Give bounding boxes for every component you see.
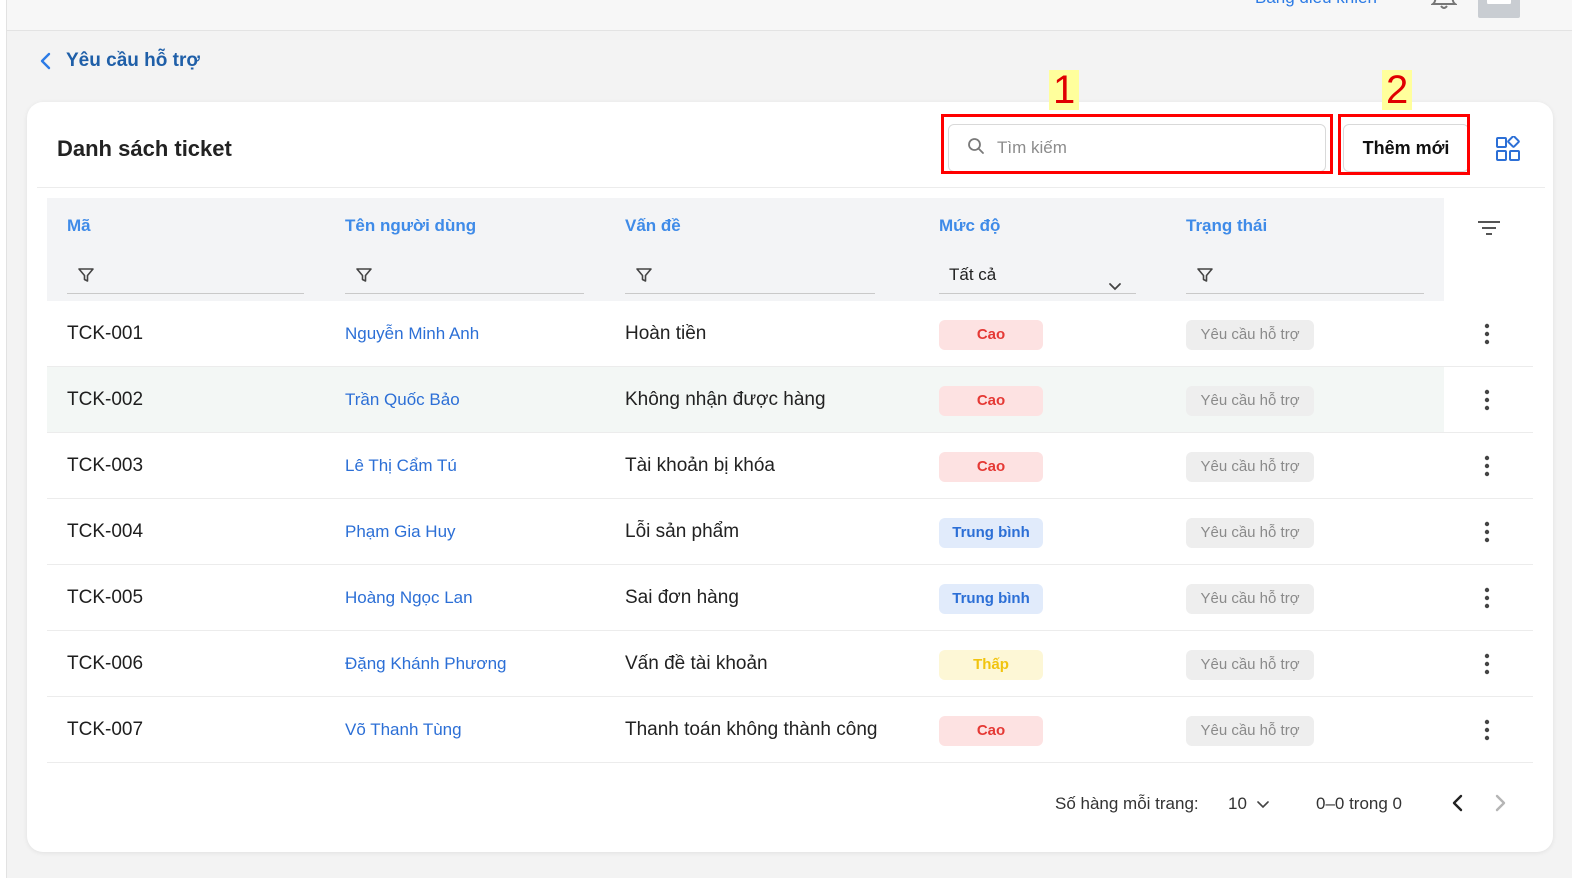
annotation-label-2: 2 bbox=[1382, 70, 1413, 110]
top-bar: Bảng điều khiển bbox=[7, 0, 1572, 31]
ticket-list-card: Danh sách ticket 1 Thêm mới 2 Mã Tên ngư… bbox=[27, 70, 1553, 852]
more-vertical-icon[interactable] bbox=[1479, 454, 1495, 478]
rows-per-page-select[interactable]: 10 bbox=[1228, 794, 1269, 814]
annotation-label-1: 1 bbox=[1049, 70, 1080, 110]
chevron-down-icon bbox=[1108, 270, 1122, 304]
user-name-link[interactable]: Phạm Gia Huy bbox=[345, 499, 456, 564]
left-edge-strip bbox=[0, 0, 7, 878]
header-divider bbox=[37, 187, 1545, 188]
level-badge: Cao bbox=[939, 452, 1043, 482]
level-badge: Cao bbox=[939, 386, 1043, 416]
ticket-code: TCK-002 bbox=[67, 389, 144, 410]
filter-icon bbox=[1196, 266, 1214, 284]
issue-text: Tài khoản bị khóa bbox=[625, 455, 775, 476]
status-badge: Yêu cầu hỗ trợ bbox=[1186, 386, 1314, 416]
ticket-code: TCK-007 bbox=[67, 719, 144, 740]
column-settings-icon[interactable] bbox=[1477, 219, 1501, 237]
status-badge: Yêu cầu hỗ trợ bbox=[1186, 584, 1314, 614]
ticket-code: TCK-003 bbox=[67, 455, 144, 476]
filter-icon bbox=[77, 266, 95, 284]
user-name-link[interactable]: Trần Quốc Bảo bbox=[345, 367, 460, 432]
filter-icon bbox=[635, 266, 653, 284]
filter-status[interactable] bbox=[1186, 258, 1424, 294]
column-header-user[interactable]: Tên người dùng bbox=[345, 216, 476, 236]
rows-per-page-value: 10 bbox=[1228, 794, 1247, 813]
status-badge: Yêu cầu hỗ trợ bbox=[1186, 452, 1314, 482]
level-badge: Cao bbox=[939, 716, 1043, 746]
level-filter-value: Tất cả bbox=[949, 265, 997, 284]
filter-issue[interactable] bbox=[625, 258, 875, 294]
chevron-left-icon[interactable] bbox=[38, 52, 54, 70]
column-header-level[interactable]: Mức độ bbox=[939, 216, 1000, 236]
table-row[interactable]: TCK-002 Trần Quốc Bảo Không nhận được hàng… bbox=[47, 367, 1533, 433]
chevron-left-icon[interactable] bbox=[1449, 793, 1467, 813]
breadcrumb[interactable]: Yêu cầu hỗ trợ bbox=[38, 50, 200, 72]
column-header-code[interactable]: Mã bbox=[67, 216, 91, 236]
filter-user[interactable] bbox=[345, 258, 584, 294]
search-icon bbox=[967, 137, 985, 160]
table-row[interactable]: TCK-006 Đặng Khánh Phương Vấn đề tài khoản… bbox=[47, 631, 1533, 697]
status-badge: Yêu cầu hỗ trợ bbox=[1186, 650, 1314, 680]
user-name-link[interactable]: Đặng Khánh Phương bbox=[345, 631, 506, 696]
filter-icon bbox=[355, 266, 373, 284]
status-badge: Yêu cầu hỗ trợ bbox=[1186, 320, 1314, 350]
search-box[interactable] bbox=[948, 124, 1326, 172]
ticket-code: TCK-005 bbox=[67, 587, 144, 608]
column-header-issue[interactable]: Vấn đề bbox=[625, 216, 681, 236]
search-input[interactable] bbox=[997, 138, 1297, 158]
page-range: 0–0 trong 0 bbox=[1316, 794, 1403, 813]
user-name-link[interactable]: Lê Thị Cẩm Tú bbox=[345, 433, 457, 498]
issue-text: Không nhận được hàng bbox=[625, 389, 826, 410]
more-vertical-icon[interactable] bbox=[1479, 322, 1495, 346]
more-vertical-icon[interactable] bbox=[1479, 586, 1495, 610]
table-row[interactable]: TCK-001 Nguyễn Minh Anh Hoàn tiền Cao Yêu cầ… bbox=[47, 301, 1533, 367]
status-badge: Yêu cầu hỗ trợ bbox=[1186, 716, 1314, 746]
add-new-button[interactable]: Thêm mới bbox=[1343, 124, 1469, 172]
filter-code[interactable] bbox=[67, 258, 304, 294]
more-vertical-icon[interactable] bbox=[1479, 718, 1495, 742]
dashboard-link[interactable]: Bảng điều khiển bbox=[1255, 0, 1377, 8]
level-filter-select[interactable]: Tất cả bbox=[939, 258, 1136, 294]
chevron-right-icon[interactable] bbox=[1491, 793, 1509, 813]
level-badge: Thấp bbox=[939, 650, 1043, 680]
ticket-code: TCK-004 bbox=[67, 521, 144, 542]
table-row[interactable]: TCK-007 Võ Thanh Tùng Thanh toán không thà… bbox=[47, 697, 1533, 763]
bell-icon[interactable] bbox=[1429, 0, 1459, 12]
issue-text: Lỗi sản phẩm bbox=[625, 521, 740, 542]
user-name-link[interactable]: Võ Thanh Tùng bbox=[345, 697, 462, 762]
table-row[interactable]: TCK-004 Phạm Gia Huy Lỗi sản phẩm Trung bìn… bbox=[47, 499, 1533, 565]
level-badge: Trung bình bbox=[939, 584, 1043, 614]
table-row[interactable]: TCK-003 Lê Thị Cẩm Tú Tài khoản bị khóa Cao… bbox=[47, 433, 1533, 499]
chevron-down-icon bbox=[1257, 794, 1269, 814]
table-header: Mã Tên người dùng Vấn đề Mức độ Trạng th… bbox=[47, 198, 1444, 301]
level-badge: Cao bbox=[939, 320, 1043, 350]
pagination: Số hàng mỗi trang: 10 0–0 trong 0 bbox=[27, 790, 1553, 820]
issue-text: Hoàn tiền bbox=[625, 323, 707, 344]
more-vertical-icon[interactable] bbox=[1479, 520, 1495, 544]
table-row[interactable]: TCK-005 Hoàng Ngọc Lan Sai đơn hàng Trung b… bbox=[47, 565, 1533, 631]
ticket-code: TCK-001 bbox=[67, 323, 144, 344]
user-name-link[interactable]: Hoàng Ngọc Lan bbox=[345, 565, 473, 630]
user-name-link[interactable]: Nguyễn Minh Anh bbox=[345, 301, 479, 366]
more-vertical-icon[interactable] bbox=[1479, 652, 1495, 676]
status-badge: Yêu cầu hỗ trợ bbox=[1186, 518, 1314, 548]
issue-text: Thanh toán không thành công bbox=[625, 719, 878, 740]
more-vertical-icon[interactable] bbox=[1479, 388, 1495, 412]
avatar[interactable] bbox=[1478, 0, 1520, 18]
column-header-status[interactable]: Trạng thái bbox=[1186, 216, 1267, 236]
page-title: Danh sách ticket bbox=[57, 136, 232, 161]
level-badge: Trung bình bbox=[939, 518, 1043, 548]
issue-text: Vấn đề tài khoản bbox=[625, 653, 768, 674]
ticket-code: TCK-006 bbox=[67, 653, 144, 674]
issue-text: Sai đơn hàng bbox=[625, 587, 739, 608]
rows-per-page-label: Số hàng mỗi trang: bbox=[1055, 794, 1199, 813]
breadcrumb-label[interactable]: Yêu cầu hỗ trợ bbox=[66, 50, 200, 72]
grid-view-icon[interactable] bbox=[1495, 135, 1521, 162]
